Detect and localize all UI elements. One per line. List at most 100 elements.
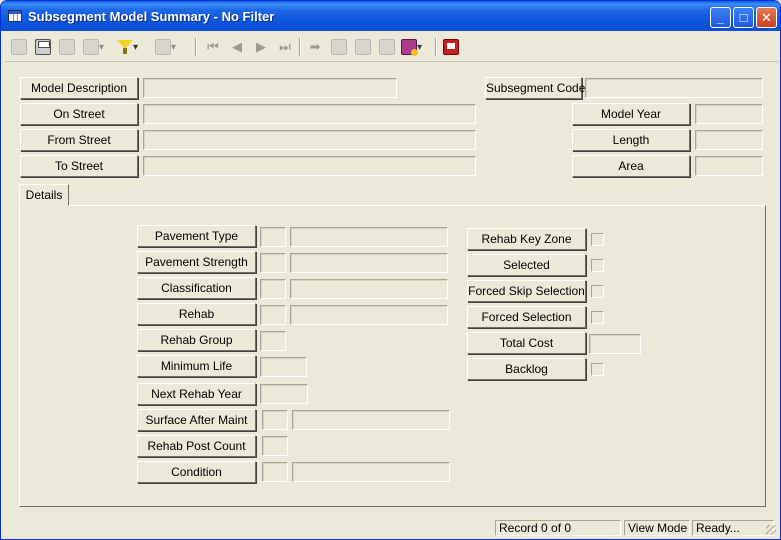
model-year-label[interactable]: Model Year — [572, 103, 690, 125]
area-label[interactable]: Area — [572, 155, 690, 177]
selected-label[interactable]: Selected — [467, 254, 586, 276]
forced-selection-checkbox[interactable] — [591, 311, 604, 324]
first-record-button[interactable]: ⏮ — [205, 37, 221, 57]
minimum-life-field[interactable] — [260, 357, 307, 377]
main-window: Subsegment Model Summary - No Filter _ □… — [0, 0, 781, 540]
subsegment-code-label[interactable]: Subsegment Code — [485, 77, 585, 99]
rehab-key-zone-label[interactable]: Rehab Key Zone — [467, 228, 586, 250]
on-street-field[interactable] — [143, 104, 476, 124]
total-cost-label[interactable]: Total Cost — [467, 332, 586, 354]
classification-code-field[interactable] — [260, 279, 286, 299]
next-rehab-year-field[interactable] — [260, 384, 308, 404]
resize-grip[interactable] — [766, 525, 776, 535]
printer-icon — [35, 39, 51, 55]
model-year-field[interactable] — [695, 104, 763, 124]
pavement-strength-label[interactable]: Pavement Strength — [137, 251, 256, 273]
rehab-desc-field[interactable] — [290, 305, 448, 325]
pavement-type-label[interactable]: Pavement Type — [137, 225, 256, 247]
rehab-post-count-label[interactable]: Rehab Post Count — [137, 435, 256, 457]
minimize-button[interactable]: _ — [710, 7, 731, 28]
first-record-icon: ⏮ — [207, 39, 219, 54]
on-street-label[interactable]: On Street — [20, 103, 138, 125]
status-bar: Record 0 of 0 View Mode Ready... — [5, 519, 778, 537]
from-street-label[interactable]: From Street — [20, 129, 138, 151]
forced-selection-label[interactable]: Forced Selection — [467, 306, 586, 328]
close-button[interactable]: ✕ — [756, 7, 777, 28]
rehab-group-label[interactable]: Rehab Group — [137, 329, 256, 351]
toolbar-separator — [299, 38, 301, 56]
filter-button[interactable]: ▾ — [117, 37, 138, 57]
hierarchy-button[interactable] — [379, 37, 395, 57]
tab-details[interactable]: Details — [19, 184, 69, 206]
forced-skip-selection-checkbox[interactable] — [591, 285, 604, 298]
last-record-icon: ⏭ — [279, 39, 291, 54]
surface-after-maint-code-field[interactable] — [262, 410, 288, 430]
record-count-status: Record 0 of 0 — [495, 520, 621, 536]
tree-view-button[interactable] — [355, 37, 371, 57]
subsegment-code-field[interactable] — [585, 78, 763, 98]
classification-desc-field[interactable] — [290, 279, 448, 299]
help-book-button[interactable]: ▾ — [401, 37, 422, 57]
rehab-post-count-field[interactable] — [262, 436, 288, 456]
last-record-button[interactable]: ⏭ — [277, 37, 293, 57]
funnel-icon — [117, 39, 133, 55]
grid-view-button[interactable] — [11, 37, 27, 57]
forced-skip-selection-label[interactable]: Forced Skip Selection — [467, 280, 586, 302]
next-record-icon: ▶ — [256, 39, 266, 54]
to-street-field[interactable] — [143, 156, 476, 176]
lightning-button[interactable] — [331, 37, 347, 57]
print-button[interactable] — [35, 37, 51, 57]
mode-status: View Mode — [624, 520, 690, 536]
dropdown-arrow-icon: ▾ — [99, 41, 105, 53]
maximize-button[interactable]: □ — [733, 7, 754, 28]
exit-button[interactable] — [443, 37, 459, 57]
from-street-field[interactable] — [143, 130, 476, 150]
report-button[interactable]: ▾ — [155, 37, 176, 57]
exit-icon — [443, 39, 459, 55]
toolbar: ▾ ▾ ▾ ⏮ ◀ ▶ ⏭ ➡ ▾ — [5, 32, 778, 62]
backlog-checkbox[interactable] — [591, 363, 604, 376]
tools-button[interactable]: ▾ — [83, 37, 104, 57]
goto-record-button[interactable]: ➡ — [307, 37, 323, 57]
next-rehab-year-label[interactable]: Next Rehab Year — [137, 383, 256, 405]
total-cost-field[interactable] — [589, 334, 641, 354]
preview-icon — [59, 39, 75, 55]
surface-after-maint-desc-field[interactable] — [292, 410, 450, 430]
length-field[interactable] — [695, 130, 763, 150]
ready-status: Ready... — [692, 520, 774, 536]
surface-after-maint-label[interactable]: Surface After Maint — [137, 409, 256, 431]
dropdown-arrow-icon: ▾ — [171, 41, 177, 53]
minimum-life-label[interactable]: Minimum Life — [137, 355, 256, 377]
window-title: Subsegment Model Summary - No Filter — [28, 9, 275, 24]
previous-record-icon: ◀ — [232, 39, 242, 54]
pavement-strength-desc-field[interactable] — [290, 253, 448, 273]
model-description-label[interactable]: Model Description — [20, 77, 138, 99]
classification-label[interactable]: Classification — [137, 277, 256, 299]
rehab-code-field[interactable] — [260, 305, 286, 325]
area-field[interactable] — [695, 156, 763, 176]
backlog-label[interactable]: Backlog — [467, 358, 586, 380]
lightning-icon — [331, 39, 347, 55]
model-description-field[interactable] — [143, 78, 397, 98]
pavement-type-desc-field[interactable] — [290, 227, 448, 247]
form-area: Model Description Subsegment Code On Str… — [5, 63, 778, 518]
rehab-group-field[interactable] — [260, 331, 286, 351]
pavement-strength-code-field[interactable] — [260, 253, 286, 273]
print-preview-button[interactable] — [59, 37, 75, 57]
rehab-label[interactable]: Rehab — [137, 303, 256, 325]
previous-record-button[interactable]: ◀ — [229, 37, 245, 57]
condition-desc-field[interactable] — [292, 462, 450, 482]
pavement-type-code-field[interactable] — [260, 227, 286, 247]
dropdown-arrow-icon: ▾ — [133, 41, 139, 53]
hierarchy-icon — [379, 39, 395, 55]
toolbar-separator — [435, 38, 437, 56]
condition-code-field[interactable] — [262, 462, 288, 482]
condition-label[interactable]: Condition — [137, 461, 256, 483]
rehab-key-zone-checkbox[interactable] — [591, 233, 604, 246]
next-record-button[interactable]: ▶ — [253, 37, 269, 57]
selected-checkbox[interactable] — [591, 259, 604, 272]
title-bar[interactable]: Subsegment Model Summary - No Filter _ □… — [1, 1, 780, 31]
to-street-label[interactable]: To Street — [20, 155, 138, 177]
report-icon — [155, 39, 171, 55]
length-label[interactable]: Length — [572, 129, 690, 151]
